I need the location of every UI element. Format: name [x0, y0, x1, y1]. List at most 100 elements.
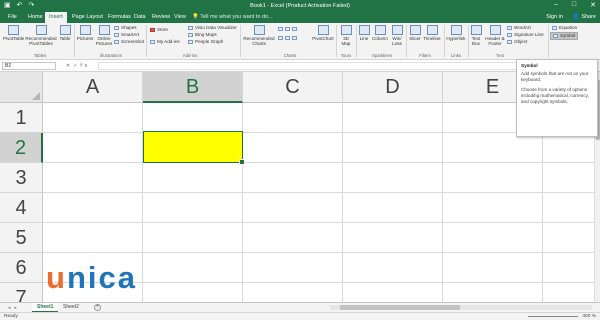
3d-map-button[interactable]: 3D Map: [338, 25, 354, 46]
bing-maps-button[interactable]: Bing Maps: [188, 32, 217, 38]
online-pictures-button[interactable]: Online Pictures: [95, 25, 113, 46]
tooltip-title: Symbol: [521, 63, 538, 68]
recommended-pivottables-label: Recommended PivotTables: [25, 36, 57, 46]
sheet-tab-sheet1[interactable]: Sheet1: [32, 303, 59, 312]
minimize-icon[interactable]: –: [554, 1, 558, 9]
sheet-tab-sheet2[interactable]: Sheet2: [58, 303, 84, 312]
timeline-button[interactable]: Timeline: [422, 25, 442, 41]
my-addins-button[interactable]: My Add-ins: [150, 39, 180, 45]
timeline-label: Timeline: [423, 36, 441, 41]
horizontal-scrollbar[interactable]: [330, 305, 592, 310]
sparkline-winloss-icon: [391, 25, 403, 35]
zoom-slider[interactable]: [528, 316, 578, 317]
maximize-icon[interactable]: □: [572, 1, 576, 9]
object-button[interactable]: Object: [507, 39, 527, 45]
name-box[interactable]: B2: [2, 62, 56, 70]
title-bar: ▣ ↶ ↷ Book1 - Excel (Product Activation …: [0, 0, 600, 12]
row-header-6[interactable]: 6: [0, 253, 43, 283]
header-footer-button[interactable]: Header & Footer: [484, 25, 506, 46]
recommended-charts-button[interactable]: Recommended Charts: [243, 25, 275, 46]
group-text: Text: [496, 53, 504, 58]
column-header-c[interactable]: C: [243, 72, 343, 103]
tell-me-box[interactable]: 💡 Tell me what you want to do...: [192, 12, 273, 23]
text-box-button[interactable]: Text Box: [470, 25, 482, 46]
sparkline-line-button[interactable]: Line: [358, 25, 370, 41]
selected-cell-b2[interactable]: [143, 131, 245, 165]
gridline: [442, 103, 443, 302]
group-divider: [74, 25, 75, 57]
equation-button[interactable]: Equation: [552, 25, 577, 31]
hyperlink-label: Hyperlink: [446, 36, 466, 41]
column-header-b[interactable]: B: [143, 72, 243, 103]
object-icon: [507, 40, 512, 44]
pictures-button[interactable]: Pictures: [76, 25, 94, 41]
sparkline-winloss-button[interactable]: Win/ Loss: [390, 25, 404, 46]
wordart-button[interactable]: WordArt: [507, 25, 531, 31]
horizontal-scroll-thumb[interactable]: [340, 305, 460, 310]
row-header-2[interactable]: 2: [0, 133, 43, 163]
row-header-3[interactable]: 3: [0, 163, 43, 193]
row-header-5[interactable]: 5: [0, 223, 43, 253]
tab-page-layout[interactable]: Page Layout: [68, 12, 107, 23]
sheet-nav-arrows[interactable]: ◂▸: [8, 304, 21, 312]
recommended-pivottables-button[interactable]: Recommended PivotTables: [25, 25, 57, 46]
visio-data-visualizer-button[interactable]: Visio Data Visualizer: [188, 25, 237, 31]
pie-chart-icon: [292, 27, 297, 31]
chart-types-gallery-2[interactable]: [278, 35, 299, 41]
table-label: Table: [59, 36, 71, 41]
formula-input[interactable]: [98, 62, 518, 70]
row-header-4[interactable]: 4: [0, 193, 43, 223]
row-header-1[interactable]: 1: [0, 103, 43, 133]
zoom-level[interactable]: 400 %: [582, 314, 596, 319]
tab-home[interactable]: Home: [24, 12, 47, 23]
wordart-icon: [507, 26, 512, 30]
smartart-button[interactable]: SmartArt: [114, 32, 139, 38]
column-header-d[interactable]: D: [343, 72, 443, 103]
smartart-label: SmartArt: [121, 32, 140, 37]
recommended-charts-icon: [253, 25, 265, 35]
group-divider: [356, 25, 357, 57]
gridline: [43, 252, 594, 253]
column-chart-icon: [278, 27, 283, 31]
new-sheet-icon[interactable]: +: [94, 304, 101, 311]
pictures-icon: [79, 25, 91, 35]
pivotchart-button[interactable]: PivotChart: [312, 25, 334, 41]
share-button[interactable]: 👤 Share: [573, 12, 596, 23]
hyperlink-button[interactable]: Hyperlink: [446, 25, 466, 41]
tab-view[interactable]: View: [170, 12, 190, 23]
screenshot-button[interactable]: Screenshot: [114, 39, 144, 45]
row-header-7[interactable]: 7: [0, 283, 43, 302]
group-links: Links: [450, 53, 462, 58]
fx-icon[interactable]: fx: [80, 63, 90, 69]
tab-file[interactable]: File: [4, 12, 21, 23]
slicer-icon: [409, 25, 421, 35]
sparkline-column-icon: [374, 25, 386, 35]
window-title: Book1 - Excel (Product Activation Failed…: [250, 3, 350, 9]
shapes-button[interactable]: Shapes: [114, 25, 137, 31]
store-button[interactable]: Store: [150, 27, 168, 33]
chart-types-gallery[interactable]: [278, 26, 299, 32]
group-filters: Filters: [419, 53, 431, 58]
group-divider: [548, 25, 549, 57]
text-box-label: Text Box: [471, 36, 481, 46]
pivottable-button[interactable]: PivotTable: [3, 25, 24, 41]
signature-line-label: Signature Line: [514, 32, 544, 37]
sparkline-column-button[interactable]: Column: [371, 25, 389, 41]
signature-line-button[interactable]: Signature Line: [507, 32, 544, 38]
table-button[interactable]: Table: [58, 25, 72, 41]
bing-maps-icon: [188, 33, 193, 37]
tab-data[interactable]: Data: [130, 12, 150, 23]
group-sparklines: Sparklines: [371, 53, 393, 58]
select-all-button[interactable]: [0, 72, 43, 103]
sign-in-link[interactable]: Sign in: [546, 12, 563, 23]
column-header-a[interactable]: A: [43, 72, 143, 103]
slicer-button[interactable]: Slicer: [408, 25, 422, 41]
formula-bar: B2 ✕✓fx: [0, 60, 600, 72]
pictures-label: Pictures: [76, 36, 94, 41]
people-graph-button[interactable]: People Graph: [188, 39, 223, 45]
signature-line-icon: [507, 33, 512, 37]
tab-insert[interactable]: Insert: [45, 12, 67, 23]
sparkline-column-label: Column: [372, 36, 388, 41]
symbol-button[interactable]: Symbol: [550, 32, 579, 40]
close-icon[interactable]: ✕: [590, 1, 596, 9]
